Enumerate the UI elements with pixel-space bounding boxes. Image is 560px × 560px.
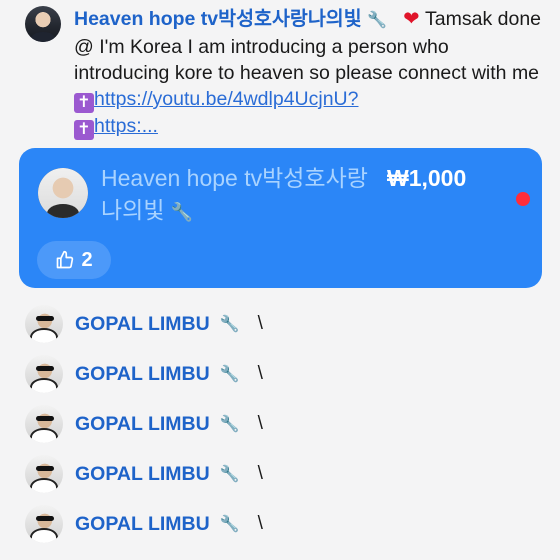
heart-icon: ❤ xyxy=(403,8,420,30)
like-count: 2 xyxy=(81,248,93,271)
wrench-icon: 🔧 xyxy=(170,202,194,222)
comment-text: Heaven hope tv박성호사랑나의빛 🔧 ❤ Tamsak done @… xyxy=(74,6,545,140)
wrench-icon: 🔧 xyxy=(219,316,240,333)
donation-author-line: Heaven hope tv박성호사랑나의빛 🔧 xyxy=(101,162,371,228)
reply-author[interactable]: GOPAL LIMBU xyxy=(75,513,210,536)
thumbs-up-icon xyxy=(57,250,74,269)
wrench-icon: 🔧 xyxy=(219,466,240,483)
donation-amount: ₩1,000 xyxy=(387,165,467,191)
reply-text: \ xyxy=(257,313,263,334)
wrench-icon: 🔧 xyxy=(219,416,240,433)
reply-text: \ xyxy=(257,513,263,534)
reply-author[interactable]: GOPAL LIMBU xyxy=(75,313,210,336)
reply-author[interactable]: GOPAL LIMBU xyxy=(75,363,210,386)
cross-icon: ✝ xyxy=(74,93,94,113)
cross-icon: ✝ xyxy=(74,120,94,140)
comment-link-1[interactable]: https://youtu.be/4wdlp4UcjnU? xyxy=(94,88,359,110)
reply-item: GOPAL LIMBU 🔧 \ xyxy=(25,455,263,493)
reply-item: GOPAL LIMBU 🔧 \ xyxy=(25,305,263,343)
reply-item: GOPAL LIMBU 🔧 \ xyxy=(25,405,263,443)
wrench-icon: 🔧 xyxy=(219,516,240,533)
comment-author[interactable]: Heaven hope tv박성호사랑나의빛 xyxy=(74,8,362,30)
like-button[interactable]: 2 xyxy=(37,241,111,279)
heart-icon xyxy=(514,190,532,208)
reply-avatar[interactable] xyxy=(25,355,63,393)
comment-link-2[interactable]: https:... xyxy=(94,115,158,137)
reply-author[interactable]: GOPAL LIMBU xyxy=(75,413,210,436)
reply-text: \ xyxy=(257,363,263,384)
reply-item: GOPAL LIMBU 🔧 \ xyxy=(25,505,263,543)
reply-author[interactable]: GOPAL LIMBU xyxy=(75,463,210,486)
reply-avatar[interactable] xyxy=(25,505,63,543)
comment: Heaven hope tv박성호사랑나의빛 🔧 ❤ Tamsak done @… xyxy=(25,6,545,140)
donation-author[interactable]: Heaven hope tv박성호사랑나의빛 xyxy=(101,165,368,223)
reply-avatar[interactable] xyxy=(25,455,63,493)
reply-avatar[interactable] xyxy=(25,305,63,343)
wrench-icon: 🔧 xyxy=(219,366,240,383)
wrench-icon: 🔧 xyxy=(367,12,387,29)
reply-item: GOPAL LIMBU 🔧 \ xyxy=(25,355,263,393)
donation-card: Heaven hope tv박성호사랑나의빛 🔧 ₩1,000 2 xyxy=(19,148,542,288)
creator-avatar xyxy=(38,168,88,218)
reply-text: \ xyxy=(257,413,263,434)
reply-avatar[interactable] xyxy=(25,405,63,443)
comment-avatar[interactable] xyxy=(25,6,61,42)
reply-text: \ xyxy=(257,463,263,484)
